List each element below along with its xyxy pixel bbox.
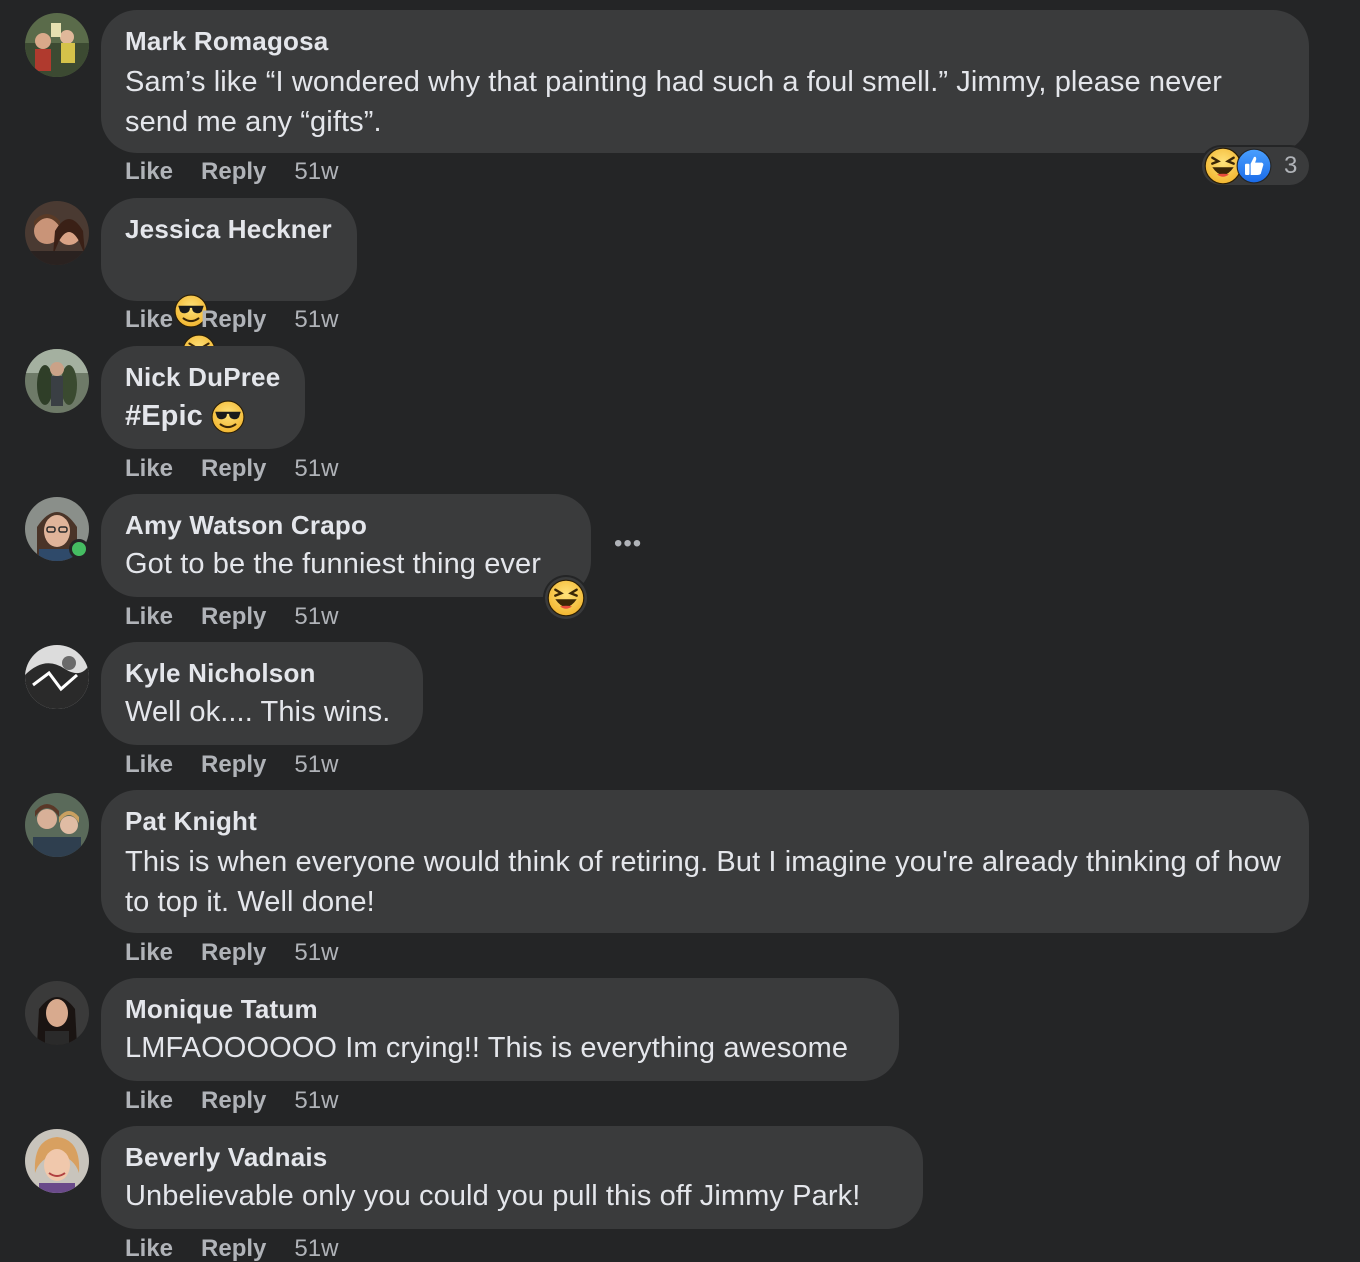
comment-timestamp[interactable]: 51w	[294, 603, 338, 630]
comment-text: Unbelievable only you could you pull thi…	[125, 1180, 861, 1212]
comment-author[interactable]: Beverly Vadnais	[125, 1142, 899, 1172]
like-button[interactable]: Like	[125, 1235, 173, 1262]
like-button[interactable]: Like	[125, 603, 173, 630]
comment-actions: Like Reply 51w	[125, 750, 338, 780]
comment-text-content: #Epic	[125, 400, 203, 432]
reply-button[interactable]: Reply	[201, 158, 266, 185]
comment-bubble: Jessica Heckner	[101, 198, 357, 369]
comment-actions: Like Reply 51w	[125, 305, 338, 335]
comment-timestamp[interactable]: 51w	[294, 939, 338, 966]
comment-author[interactable]: Kyle Nicholson	[125, 658, 399, 688]
reaction-summary[interactable]: 3	[1202, 147, 1310, 185]
comment-text: #Epic	[125, 396, 281, 436]
comment-timestamp[interactable]: 51w	[294, 1087, 338, 1114]
comment-author[interactable]: Monique Tatum	[125, 994, 875, 1024]
like-button[interactable]: Like	[125, 158, 173, 185]
reply-button[interactable]: Reply	[201, 939, 266, 966]
more-dots-icon[interactable]: •••	[614, 532, 642, 556]
comment-timestamp[interactable]: 51w	[294, 455, 338, 482]
like-button[interactable]: Like	[125, 751, 173, 778]
avatar[interactable]	[25, 645, 89, 709]
avatar[interactable]	[25, 981, 89, 1045]
avatar[interactable]	[25, 13, 89, 77]
reaction-count: 3	[1284, 152, 1298, 179]
laughing-emoji-icon	[547, 579, 585, 617]
comment-actions: Like Reply 51w	[125, 938, 338, 968]
reply-button[interactable]: Reply	[201, 751, 266, 778]
comment-author[interactable]: Amy Watson Crapo	[125, 510, 567, 540]
online-status-indicator	[69, 539, 89, 559]
comment-text: This is when everyone would think of ret…	[125, 846, 1290, 918]
avatar[interactable]	[25, 1129, 89, 1193]
reply-button[interactable]: Reply	[201, 603, 266, 630]
comment-author[interactable]: Pat Knight	[125, 806, 1285, 836]
avatar[interactable]	[25, 201, 89, 265]
reply-button[interactable]: Reply	[201, 1087, 266, 1114]
comment-actions: Like Reply 51w	[125, 454, 338, 484]
comment-timestamp[interactable]: 51w	[294, 306, 338, 333]
comment-timestamp[interactable]: 51w	[294, 158, 338, 185]
comment-text: Well ok.... This wins.	[125, 696, 391, 728]
comment-actions: Like Reply 51w	[125, 602, 338, 632]
comment-bubble: Beverly Vadnais Unbelievable only you co…	[101, 1126, 923, 1229]
like-button[interactable]: Like	[125, 939, 173, 966]
comment-timestamp[interactable]: 51w	[294, 1235, 338, 1262]
like-button[interactable]: Like	[125, 306, 173, 333]
comment-author[interactable]: Nick DuPree	[125, 362, 281, 392]
comment-text: Sam’s like “I wondered why that painting…	[125, 66, 1231, 138]
comment-text: LMFAOOOOOO Im crying!! This is everythin…	[125, 1032, 849, 1064]
reply-button[interactable]: Reply	[201, 1235, 266, 1262]
sunglasses-emoji-icon	[211, 400, 246, 435]
reaction-summary[interactable]	[545, 577, 587, 619]
comment-actions: Like Reply 51w	[125, 1234, 338, 1262]
comment-bubble: Nick DuPree #Epic	[101, 346, 305, 449]
comment-bubble: Amy Watson Crapo Got to be the funniest …	[101, 494, 591, 597]
comment-author[interactable]: Mark Romagosa	[125, 26, 1285, 56]
comment-author[interactable]: Jessica Heckner	[125, 214, 333, 244]
comment-bubble: Pat Knight This is when everyone would t…	[101, 790, 1309, 933]
like-button[interactable]: Like	[125, 1087, 173, 1114]
like-button[interactable]: Like	[125, 455, 173, 482]
reply-button[interactable]: Reply	[201, 455, 266, 482]
comment-timestamp[interactable]: 51w	[294, 751, 338, 778]
comment-bubble: Monique Tatum LMFAOOOOOO Im crying!! Thi…	[101, 978, 899, 1081]
like-thumb-icon	[1236, 148, 1272, 184]
comment-actions: Like Reply 51w	[125, 1086, 338, 1116]
comment-bubble: Mark Romagosa Sam’s like “I wondered why…	[101, 10, 1309, 153]
avatar[interactable]	[25, 349, 89, 413]
reply-button[interactable]: Reply	[201, 306, 266, 333]
comment-bubble: Kyle Nicholson Well ok.... This wins.	[101, 642, 423, 745]
avatar[interactable]	[25, 793, 89, 857]
comment-text: Got to be the funniest thing ever	[125, 548, 542, 580]
comment-actions: Like Reply 51w	[125, 157, 338, 187]
